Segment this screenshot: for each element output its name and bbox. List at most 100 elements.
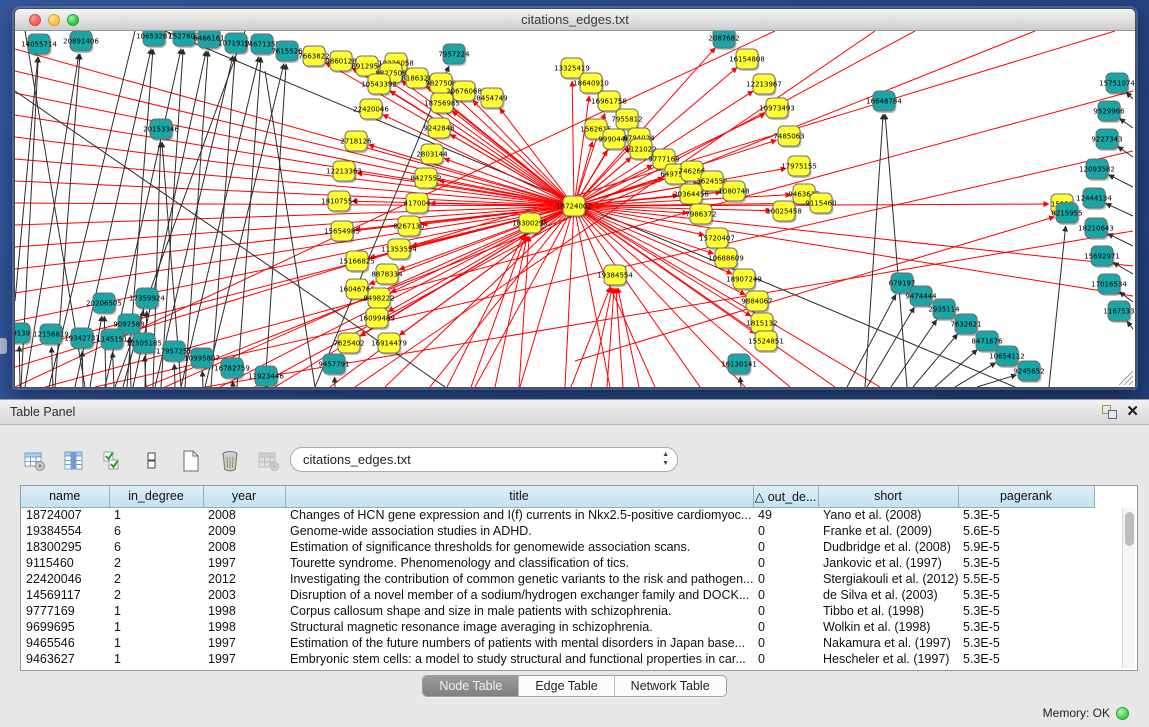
citation-edge-red[interactable] xyxy=(471,235,526,387)
column-header-0[interactable]: name xyxy=(21,486,109,507)
citation-edge-red[interactable] xyxy=(574,96,589,206)
graph-node-teal[interactable]: 1167533 xyxy=(1103,301,1134,323)
graph-node-teal[interactable]: 9227343 xyxy=(1091,129,1122,151)
citation-edge-black[interactable] xyxy=(1106,203,1133,216)
table-row[interactable]: 1456911722003Disruption of a novel membe… xyxy=(21,587,1094,603)
column-header-4[interactable]: △ out_de... xyxy=(753,486,818,507)
citation-edge-black[interactable] xyxy=(174,364,175,387)
citation-edge-red[interactable] xyxy=(591,288,612,387)
graph-node-teal[interactable]: 17016534 xyxy=(1091,274,1127,296)
graph-node-teal[interactable]: 9457791 xyxy=(318,354,349,376)
citation-edge-black[interactable] xyxy=(867,307,914,387)
graph-node-yellow[interactable]: 9115460 xyxy=(805,193,836,215)
graph-node-teal[interactable]: 7615526 xyxy=(271,41,303,63)
graph-node-teal[interactable]: 18210643 xyxy=(1078,218,1114,240)
graph-node-yellow[interactable]: 8878334 xyxy=(371,264,403,286)
graph-node-yellow[interactable]: 16154808 xyxy=(729,49,765,71)
citation-edge-black[interactable] xyxy=(847,294,896,387)
table-row[interactable]: 1938455462009Genome-wide association stu… xyxy=(21,523,1094,539)
graph-node-yellow[interactable]: 8454749 xyxy=(476,88,507,110)
citation-edge-black[interactable] xyxy=(1113,263,1133,274)
graph-node-yellow[interactable]: 12213363 xyxy=(326,161,362,183)
graph-node-yellow[interactable]: 15524851 xyxy=(748,331,784,353)
table-row[interactable]: 1830029562008Estimation of significance … xyxy=(21,539,1094,555)
citation-edge-black[interactable] xyxy=(1108,234,1133,246)
graph-node-yellow[interactable]: 7485063 xyxy=(773,126,804,148)
graph-node-teal[interactable]: 1145151 xyxy=(96,329,127,351)
graph-node-teal[interactable]: 20153346 xyxy=(143,119,179,141)
network-canvas[interactable]: 1872400718300295193845541595876638229860… xyxy=(15,31,1135,387)
table-scrollbar-thumb[interactable] xyxy=(1125,512,1134,546)
graph-node-yellow[interactable]: 8498222 xyxy=(363,288,394,310)
table-row[interactable]: 977716911998Corpus callosum shape and si… xyxy=(21,603,1094,619)
graph-node-teal[interactable]: 2087682 xyxy=(708,31,739,50)
citation-edge-black[interactable] xyxy=(205,64,284,387)
column-header-2[interactable]: year xyxy=(203,486,285,507)
graph-node-teal[interactable]: 8215955 xyxy=(1051,203,1082,225)
graph-node-teal[interactable]: 16648784 xyxy=(866,91,902,113)
citation-edge-black[interactable] xyxy=(113,352,114,387)
citation-edge-black[interactable] xyxy=(237,57,261,387)
graph-node-teal[interactable]: 10653287 xyxy=(136,31,172,48)
citation-edge-black[interactable] xyxy=(1049,226,1066,387)
citation-edge-black[interactable] xyxy=(19,346,20,387)
column-header-3[interactable]: title xyxy=(285,486,753,507)
citation-edge-red[interactable] xyxy=(574,206,1133,296)
graph-node-teal[interactable]: 9529966 xyxy=(1093,101,1125,123)
column-header-1[interactable]: in_degree xyxy=(109,486,203,507)
table-row[interactable]: 911546021997Tourette syndrome. Phenomeno… xyxy=(21,555,1094,571)
citation-edge-black[interactable] xyxy=(161,49,183,387)
citation-edge-black[interactable] xyxy=(211,56,235,387)
graph-node-yellow[interactable]: 7625402 xyxy=(333,333,364,355)
graph-node-yellow[interactable]: 417004 xyxy=(404,193,431,215)
float-panel-icon[interactable] xyxy=(1102,405,1117,419)
graph-node-teal[interactable]: 39139 xyxy=(15,323,32,345)
citation-edge-red[interactable] xyxy=(618,288,639,387)
tab-edge-table[interactable]: Edge Table xyxy=(518,676,613,696)
row-select-icon[interactable] xyxy=(100,448,126,474)
tab-network-table[interactable]: Network Table xyxy=(614,676,726,696)
graph-node-yellow[interactable]: 18107554 xyxy=(321,191,357,213)
citation-edge-red[interactable] xyxy=(495,236,527,387)
citation-edge-red[interactable] xyxy=(519,236,529,387)
citation-edge-black[interactable] xyxy=(51,347,53,387)
citation-edge-red[interactable] xyxy=(572,81,574,206)
column-visibility-icon[interactable] xyxy=(61,448,87,474)
table-row[interactable]: 969969511998Structural magnetic resonanc… xyxy=(21,619,1094,635)
graph-node-teal[interactable]: 15692971 xyxy=(1084,246,1120,268)
table-row[interactable]: 2242004622012Investigating the contribut… xyxy=(21,571,1094,587)
citation-edge-red[interactable] xyxy=(368,145,574,206)
graph-node-yellow[interactable]: 7986372 xyxy=(685,204,716,226)
node-table-grid[interactable]: namein_degreeyeartitle△ out_de...shortpa… xyxy=(21,486,1095,667)
graph-node-teal[interactable]: 7957224 xyxy=(438,44,470,66)
graph-node-yellow[interactable]: 8267130 xyxy=(393,216,424,238)
column-header-5[interactable]: short xyxy=(818,486,958,507)
citation-edge-black[interactable] xyxy=(740,377,741,387)
citation-edge-red[interactable] xyxy=(571,287,610,387)
graph-node-teal[interactable]: 19342737 xyxy=(64,328,100,350)
graph-node-yellow[interactable]: 1080748 xyxy=(718,181,749,203)
new-table-icon[interactable] xyxy=(178,448,204,474)
resize-grip[interactable] xyxy=(1119,371,1133,385)
window-titlebar[interactable]: citations_edges.txt xyxy=(15,9,1135,31)
graph-node-teal[interactable]: 20891406 xyxy=(63,31,99,53)
citation-edge-red[interactable] xyxy=(15,137,574,206)
table-selector-dropdown[interactable]: citations_edges.txt ▲▼ xyxy=(290,447,678,472)
table-row[interactable]: 1872400712008Changes of HCN gene express… xyxy=(21,507,1094,523)
table-scrollbar[interactable] xyxy=(1122,508,1135,668)
graph-node-yellow[interactable]: 17975155 xyxy=(781,156,817,178)
panel-collapse-handle[interactable] xyxy=(0,338,7,354)
graph-node-yellow[interactable]: 12213967 xyxy=(746,74,782,96)
graph-node-yellow[interactable]: 2718126 xyxy=(340,131,372,153)
graph-node-yellow[interactable]: 22420046 xyxy=(353,99,389,121)
citation-edge-black[interactable] xyxy=(1119,292,1133,302)
graph-node-yellow[interactable]: 10973493 xyxy=(759,98,795,120)
citation-edge-black[interactable] xyxy=(82,351,83,387)
column-header-6[interactable]: pagerank xyxy=(958,486,1094,507)
close-panel-icon[interactable]: ✕ xyxy=(1126,402,1139,420)
graph-node-yellow[interactable]: 16914479 xyxy=(371,333,407,355)
tab-node-table[interactable]: Node Table xyxy=(423,676,518,696)
graph-node-teal[interactable]: 16130141 xyxy=(721,354,757,376)
graph-node-yellow[interactable]: 11353554 xyxy=(381,239,417,261)
table-row[interactable]: 946362711997Embryonic stem cells: a mode… xyxy=(21,651,1094,667)
